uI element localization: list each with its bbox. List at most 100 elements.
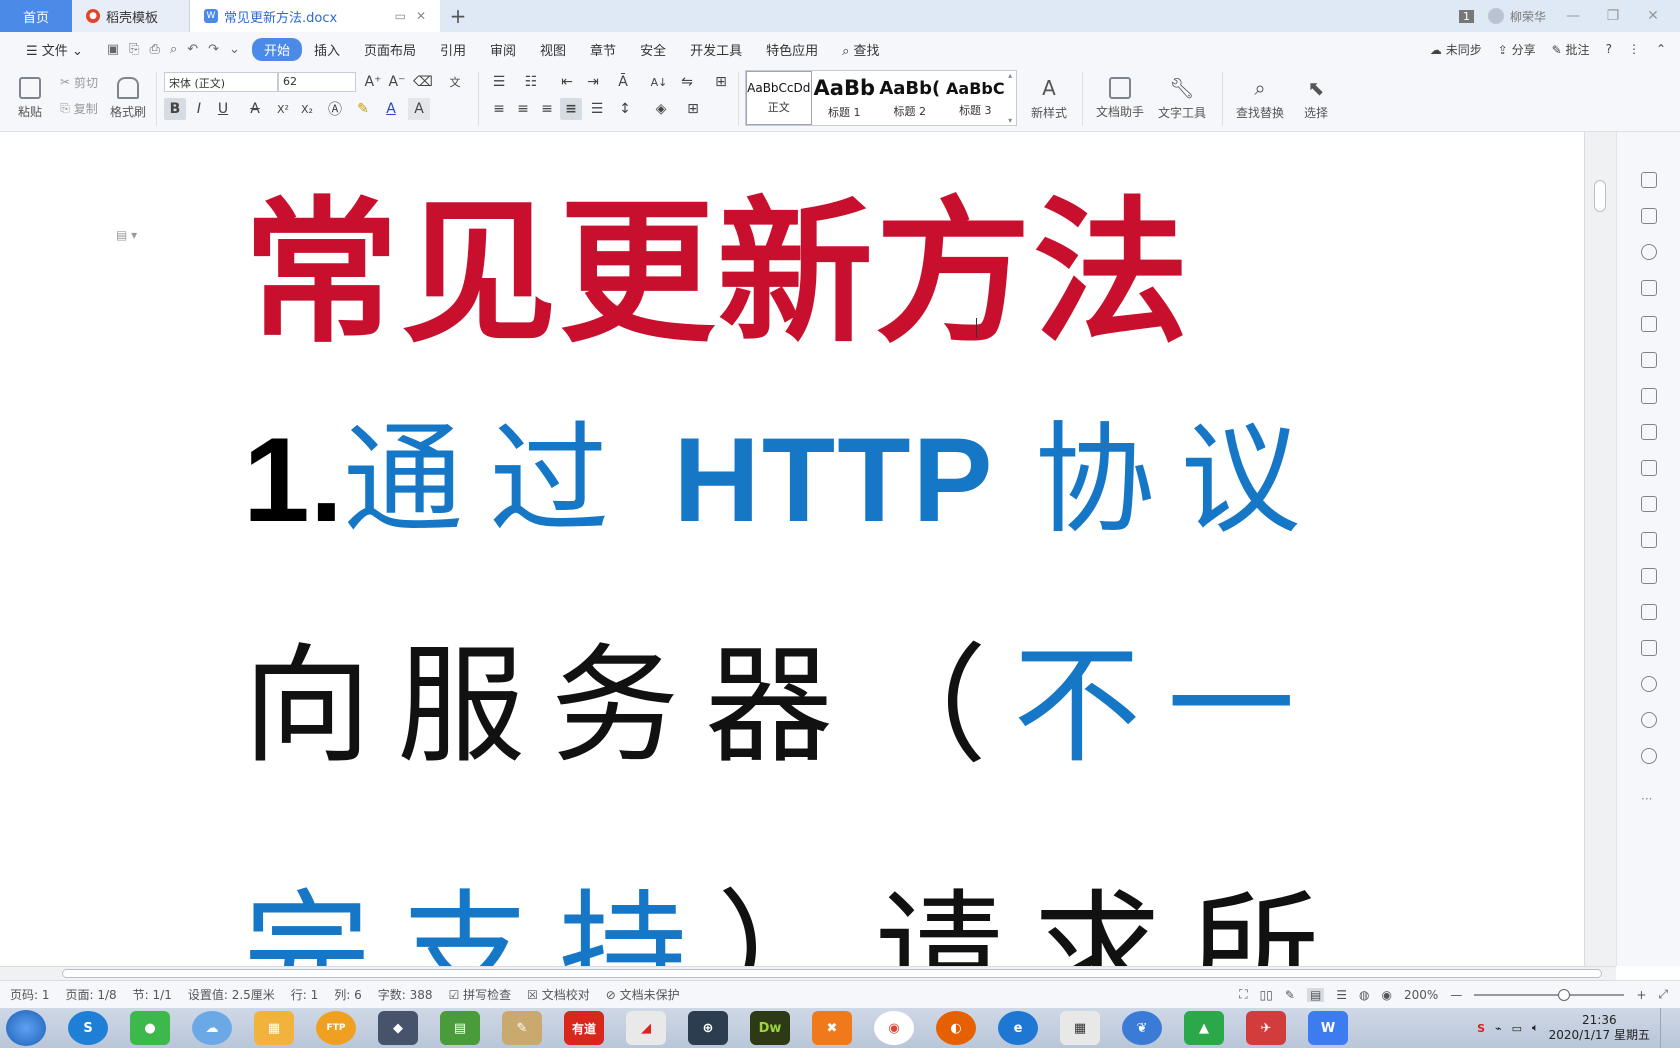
clear-format-icon[interactable]: ⌫: [412, 71, 434, 93]
volume-icon[interactable]: 🔈︎: [1532, 1021, 1539, 1035]
numbered-list-icon[interactable]: ☷: [520, 71, 542, 93]
shading-icon[interactable]: ◈: [650, 98, 672, 120]
history-icon[interactable]: [1641, 712, 1657, 728]
decrease-indent-icon[interactable]: ⇤: [556, 71, 578, 93]
zoom-slider-knob[interactable]: [1558, 988, 1571, 1001]
qr-code-icon[interactable]: ▦: [1060, 1011, 1100, 1045]
style-normal[interactable]: AaBbCcDd 正文: [746, 71, 812, 125]
user-account[interactable]: 柳荣华: [1487, 8, 1546, 25]
distribute-icon[interactable]: ☰: [586, 98, 608, 120]
italic-button[interactable]: I: [188, 98, 210, 120]
align-right-icon[interactable]: ≡: [536, 98, 558, 120]
picture-icon[interactable]: [1641, 640, 1657, 656]
wechat-icon[interactable]: ●: [130, 1011, 170, 1045]
status-section[interactable]: 节: 1/1: [133, 986, 172, 1003]
document-line-2[interactable]: 1.通过 HTTP 协议: [243, 382, 1327, 556]
tab-docer-template[interactable]: ● 稻壳模板: [72, 0, 190, 32]
apps-icon[interactable]: [1641, 388, 1657, 404]
align-center-icon[interactable]: ≡: [512, 98, 534, 120]
tab-developer[interactable]: 开发工具: [678, 40, 754, 59]
minimize-icon[interactable]: —: [1560, 8, 1586, 24]
write-mode-icon[interactable]: ✎: [1285, 988, 1295, 1002]
dreamweaver-icon[interactable]: Dw: [750, 1011, 790, 1045]
usb-icon[interactable]: ⌁: [1495, 1022, 1502, 1035]
undo-icon[interactable]: ↶: [187, 42, 198, 57]
line-spacing-icon[interactable]: ↕: [614, 98, 636, 120]
font-name-select[interactable]: 宋体 (正文): [164, 72, 278, 92]
help-icon[interactable]: ?: [1606, 42, 1612, 56]
sogou-icon[interactable]: S: [68, 1011, 108, 1045]
document-title[interactable]: 常见更新方法: [243, 146, 1191, 372]
feather-icon[interactable]: ❦: [1122, 1011, 1162, 1045]
settings-sliders-icon[interactable]: [1641, 460, 1657, 476]
maximize-icon[interactable]: ❐: [1600, 8, 1626, 24]
chart-icon[interactable]: [1641, 424, 1657, 440]
firefox-icon[interactable]: ◐: [936, 1011, 976, 1045]
wps-writer-icon[interactable]: W: [1308, 1011, 1348, 1045]
save-icon[interactable]: ▣: [107, 42, 119, 57]
align-left-icon[interactable]: ≡: [488, 98, 510, 120]
collapse-ribbon-icon[interactable]: ⌃: [1656, 42, 1666, 56]
comment-button[interactable]: ✎ 批注: [1552, 41, 1590, 58]
export-pdf-icon[interactable]: ⎘: [129, 42, 139, 57]
file-menu[interactable]: ☰ 文件 ⌄: [14, 40, 95, 59]
horizontal-scrollbar[interactable]: [0, 966, 1616, 980]
reading-mode-icon[interactable]: ▯▯: [1260, 988, 1273, 1002]
text-tools-button[interactable]: 🔧︎ 文字工具: [1152, 72, 1212, 124]
subscript-icon[interactable]: X₂: [296, 98, 318, 120]
more-options-icon[interactable]: ⋮: [1628, 42, 1640, 56]
layers-icon[interactable]: [1641, 316, 1657, 332]
search-command[interactable]: ⌕ 查找: [830, 40, 891, 59]
network-tray-icon[interactable]: ▭: [1512, 1022, 1522, 1035]
chrome-icon[interactable]: ◉: [874, 1011, 914, 1045]
text-effect-icon[interactable]: Ⓐ: [324, 98, 346, 120]
sync-status[interactable]: ☁ 未同步: [1430, 41, 1482, 58]
copy-button[interactable]: ⎘ 复制: [56, 98, 102, 118]
export-icon[interactable]: [1641, 532, 1657, 548]
style-heading-3[interactable]: AaBbC 标题 3: [943, 71, 1009, 125]
find-replace-button[interactable]: ⌕ 查找替换: [1230, 72, 1290, 124]
underline-button[interactable]: U: [212, 98, 234, 120]
format-painter-button[interactable]: 格式刷: [106, 72, 150, 124]
red-app-icon[interactable]: ✈: [1246, 1011, 1286, 1045]
horizontal-scroll-thumb[interactable]: [62, 969, 1602, 978]
tab-chapter[interactable]: 章节: [578, 40, 628, 59]
image-gallery-icon[interactable]: [1641, 496, 1657, 512]
phonetic-icon[interactable]: 文: [444, 71, 466, 93]
tab-review[interactable]: 审阅: [478, 40, 528, 59]
print-icon[interactable]: ⎙: [150, 42, 160, 57]
cloud-drive-icon[interactable]: ☁: [192, 1011, 232, 1045]
paste-button[interactable]: 粘贴: [10, 72, 50, 124]
tab-security[interactable]: 安全: [628, 40, 678, 59]
bold-button[interactable]: B: [164, 98, 186, 120]
new-tab-button[interactable]: +: [440, 0, 476, 32]
customize-icon[interactable]: ⌄: [229, 42, 240, 57]
tab-page-layout[interactable]: 页面布局: [352, 40, 428, 59]
cut-button[interactable]: ✂ 剪切: [56, 72, 102, 92]
strikethrough-icon[interactable]: A: [244, 98, 266, 120]
web-view-icon[interactable]: ◍: [1359, 988, 1369, 1002]
sort-icon[interactable]: A↓: [648, 71, 670, 93]
ie-icon[interactable]: e: [998, 1011, 1038, 1045]
table-icon[interactable]: [1641, 352, 1657, 368]
tab-start[interactable]: 开始: [251, 37, 302, 61]
border-icon[interactable]: ⊞: [682, 98, 704, 120]
folder-icon[interactable]: ▦: [254, 1011, 294, 1045]
paragraph-marker-icon[interactable]: ▤ ▾: [116, 228, 137, 242]
char-shading-icon[interactable]: A: [408, 98, 430, 120]
ime-icon[interactable]: S: [1477, 1022, 1485, 1035]
ftp-client-icon[interactable]: FTP: [316, 1011, 356, 1045]
style-heading-2[interactable]: AaBb( 标题 2: [877, 71, 943, 125]
tab-close-icon[interactable]: ✕: [416, 9, 426, 23]
style-heading-1[interactable]: AaBb 标题 1: [812, 71, 878, 125]
tab-special-apps[interactable]: 特色应用: [754, 40, 830, 59]
font-size-select[interactable]: 62: [278, 72, 356, 92]
zoom-out-icon[interactable]: —: [1450, 988, 1462, 1002]
paint-icon[interactable]: ✎: [502, 1011, 542, 1045]
game-icon[interactable]: ◆: [378, 1011, 418, 1045]
translate-icon[interactable]: [1641, 568, 1657, 584]
tab-document[interactable]: W 常见更新方法.docx ▭ ✕: [190, 0, 440, 32]
close-window-icon[interactable]: ✕: [1640, 8, 1666, 24]
start-button[interactable]: [6, 1010, 46, 1046]
tab-references[interactable]: 引用: [428, 40, 478, 59]
